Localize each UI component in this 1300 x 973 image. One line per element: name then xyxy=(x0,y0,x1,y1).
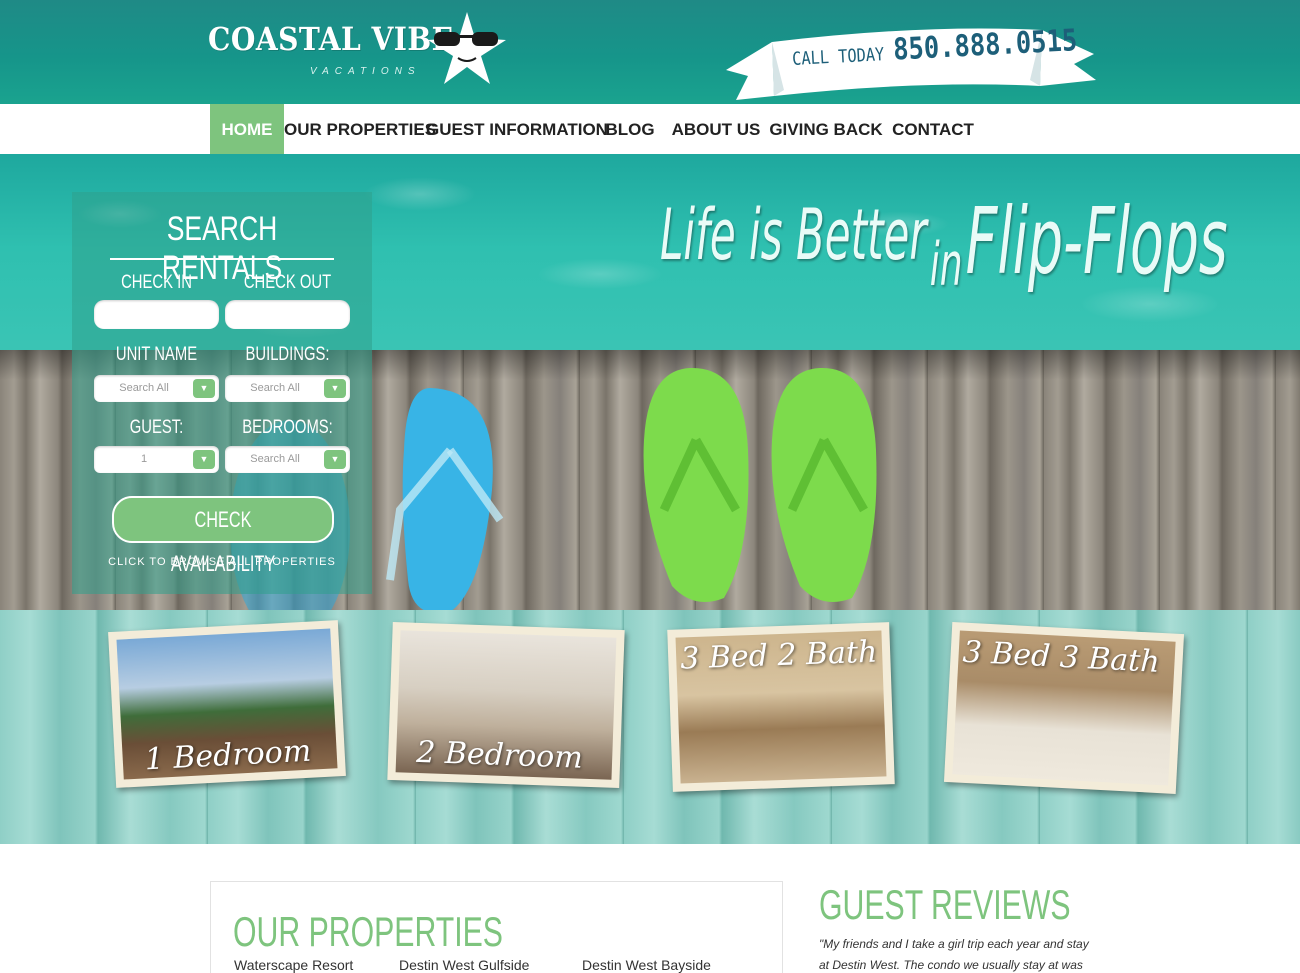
check-availability-label: CHECK AVAILABILITY xyxy=(170,507,276,576)
nav-item-blog[interactable]: BLOG xyxy=(594,104,666,154)
search-rentals-panel: SEARCH RENTALS CHECK IN CHECK OUT UNIT N… xyxy=(72,192,372,594)
hero-tagline: Life is Better in Flip-Flops xyxy=(660,174,1228,300)
photo-caption: 3 Bed 3 Bath xyxy=(961,634,1161,680)
our-properties-box: OUR PROPERTIES Waterscape Resort Destin … xyxy=(210,881,783,973)
buildings-select[interactable]: Search All ▼ xyxy=(225,375,350,402)
check-out-input[interactable] xyxy=(225,300,350,329)
browse-all-link[interactable]: CLICK TO BROWSE ALL PROPERTIES xyxy=(72,556,372,568)
guest-reviews-title: GUEST REVIEWS xyxy=(819,881,1071,928)
nav-item-guest-information[interactable]: GUEST INFORMATION xyxy=(426,104,608,154)
photo-3-bed-2-bath: 3 Bed 2 Bath xyxy=(675,630,887,784)
check-availability-button[interactable]: CHECK AVAILABILITY xyxy=(112,496,334,576)
review-text: "My friends and I take a girl trip each … xyxy=(819,937,1089,972)
photo-card-3-bed-2-bath[interactable]: 3 Bed 2 Bath xyxy=(667,622,895,792)
dropdown-arrow-icon: ▼ xyxy=(324,379,346,398)
nav-item-giving-back[interactable]: GIVING BACK xyxy=(766,104,886,154)
bedrooms-value: Search All xyxy=(250,453,300,465)
dropdown-arrow-icon: ▼ xyxy=(324,450,346,469)
site-header: COASTAL VIBE VACATIONS CALL TODAY 850.88… xyxy=(0,0,1300,104)
guest-label: GUEST: xyxy=(129,417,184,438)
nav-list: HOME OUR PROPERTIES GUEST INFORMATION BL… xyxy=(210,104,980,154)
property-link-waterscape[interactable]: Waterscape Resort xyxy=(234,957,353,973)
photo-caption: 1 Bedroom xyxy=(143,733,313,778)
unit-name-label: UNIT NAME xyxy=(115,344,198,365)
photo-2-bedroom: 2 Bedroom xyxy=(395,630,617,780)
nav-item-our-properties[interactable]: OUR PROPERTIES xyxy=(284,104,436,154)
search-title-divider xyxy=(110,258,334,260)
tagline-part-2: in xyxy=(929,230,963,300)
unit-name-select[interactable]: Search All ▼ xyxy=(94,375,219,402)
guest-value: 1 xyxy=(140,453,148,465)
check-out-label: CHECK OUT xyxy=(243,272,332,293)
check-in-input[interactable] xyxy=(94,300,219,329)
bedrooms-select[interactable]: Search All ▼ xyxy=(225,446,350,473)
call-banner[interactable]: CALL TODAY 850.888.0515 xyxy=(722,23,1102,104)
tagline-part-1: Life is Better xyxy=(660,194,927,276)
property-link-destin-west-gulfside[interactable]: Destin West Gulfside xyxy=(399,957,529,973)
our-properties-title: OUR PROPERTIES xyxy=(233,908,503,955)
property-link-destin-west-bayside[interactable]: Destin West Bayside xyxy=(582,957,711,973)
dropdown-arrow-icon: ▼ xyxy=(193,450,215,469)
photo-caption: 3 Bed 2 Bath xyxy=(679,634,878,677)
buildings-value: Search All xyxy=(250,382,300,394)
dropdown-arrow-icon: ▼ xyxy=(193,379,215,398)
starfish-sunglasses-icon xyxy=(428,12,506,84)
photo-card-2-bedroom[interactable]: 2 Bedroom xyxy=(387,621,625,789)
call-label: CALL TODAY xyxy=(791,44,885,70)
photo-1-bedroom: 1 Bedroom xyxy=(116,628,338,780)
nav-item-contact[interactable]: CONTACT xyxy=(886,104,980,154)
tagline-part-3: Flip-Flops xyxy=(965,188,1228,295)
photo-3-bed-3-bath: 3 Bed 3 Bath xyxy=(952,630,1176,786)
logo-title: COASTAL VIBE xyxy=(208,20,454,58)
nav-item-about-us[interactable]: ABOUT US xyxy=(666,104,766,154)
buildings-label: BUILDINGS: xyxy=(245,344,330,365)
main-nav: HOME OUR PROPERTIES GUEST INFORMATION BL… xyxy=(0,104,1300,154)
bedrooms-label: BEDROOMS: xyxy=(242,417,333,438)
guest-select[interactable]: 1 ▼ xyxy=(94,446,219,473)
hero-banner: Life is Better in Flip-Flops SEARCH RENT… xyxy=(0,154,1300,610)
check-in-label: CHECK IN xyxy=(121,272,192,293)
photo-caption: 2 Bedroom xyxy=(415,734,584,776)
logo-subtitle: VACATIONS xyxy=(310,66,421,77)
photo-card-1-bedroom[interactable]: 1 Bedroom xyxy=(108,620,346,788)
green-flip-flops-icon xyxy=(643,367,877,602)
unit-name-value: Search All xyxy=(119,382,169,394)
photo-card-3-bed-3-bath[interactable]: 3 Bed 3 Bath xyxy=(943,622,1185,794)
site-logo[interactable]: COASTAL VIBE VACATIONS xyxy=(208,10,508,90)
nav-item-home[interactable]: HOME xyxy=(210,104,284,154)
property-photo-strip: 1 Bedroom 2 Bedroom 3 Bed 2 Bath 3 Bed 3… xyxy=(0,610,1300,844)
